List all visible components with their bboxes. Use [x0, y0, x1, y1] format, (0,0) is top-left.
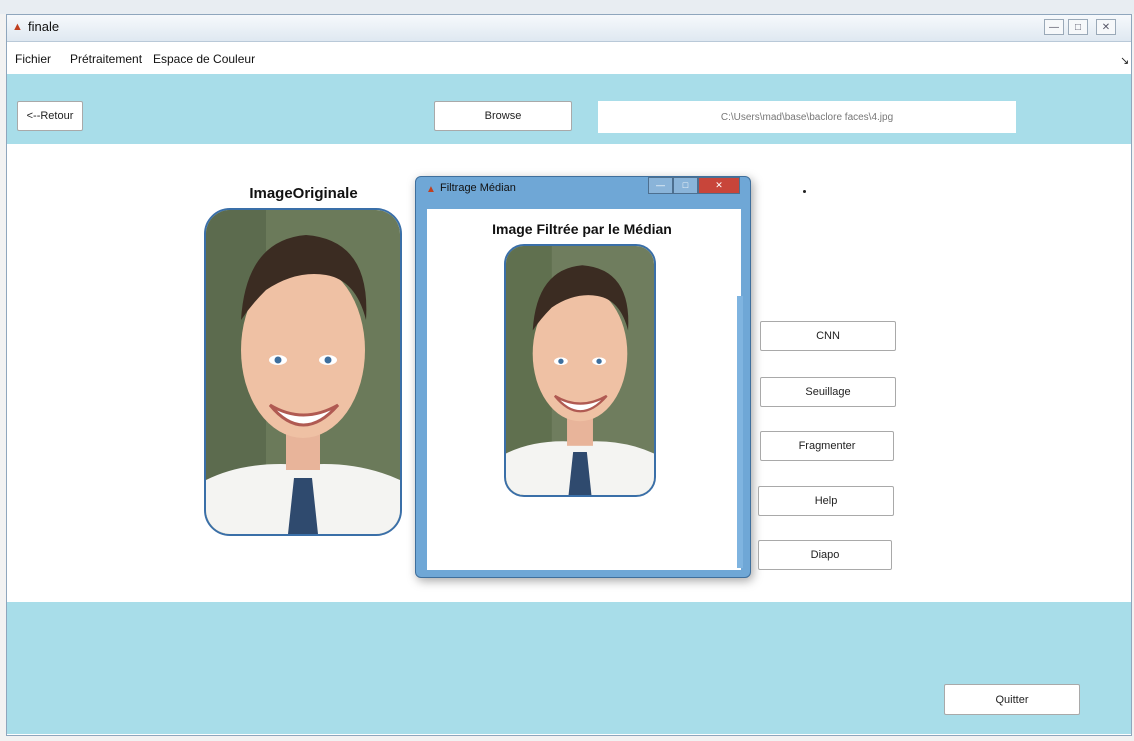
- path-field[interactable]: C:\Users\mad\base\baclore faces\4.jpg: [598, 101, 1016, 133]
- help-button[interactable]: Help: [758, 486, 894, 516]
- cnn-button[interactable]: CNN: [760, 321, 896, 351]
- original-image-label: ImageOriginale: [249, 185, 358, 202]
- maximize-icon[interactable]: □: [1068, 19, 1088, 35]
- dialog-app-icon: ▲: [426, 184, 436, 195]
- minimize-icon[interactable]: —: [1044, 19, 1064, 35]
- dialog-scrollbar[interactable]: [737, 296, 743, 568]
- dialog-title: Filtrage Médian: [440, 182, 516, 194]
- menu-espace-couleur[interactable]: Espace de Couleur: [153, 52, 255, 66]
- menu-pretraitement[interactable]: Prétraitement: [70, 52, 142, 66]
- back-button[interactable]: <--Retour: [17, 101, 83, 131]
- app-icon: ▲: [12, 21, 23, 33]
- close-icon[interactable]: ✕: [1096, 19, 1116, 35]
- menu-fichier[interactable]: Fichier: [15, 52, 51, 66]
- filtered-image-label: Image Filtrée par le Médian: [492, 221, 672, 237]
- window-title: finale: [28, 19, 60, 34]
- screen-top-strip: [0, 0, 1134, 14]
- dialog-minimize-icon[interactable]: —: [648, 177, 673, 194]
- fragmenter-button[interactable]: Fragmenter: [760, 431, 894, 461]
- filtered-photo: [506, 246, 654, 495]
- original-image: [204, 208, 402, 536]
- dialog-close-icon[interactable]: ✕: [698, 177, 740, 194]
- filtered-image: [504, 244, 656, 497]
- dialog-maximize-icon[interactable]: □: [673, 177, 698, 194]
- title-bar: [7, 15, 1131, 42]
- quit-button[interactable]: Quitter: [944, 684, 1080, 715]
- stray-dot: [803, 190, 806, 193]
- menu-corner-icon: ↘: [1120, 55, 1130, 67]
- original-photo: [206, 210, 400, 534]
- diapo-button[interactable]: Diapo: [758, 540, 892, 570]
- seuillage-button[interactable]: Seuillage: [760, 377, 896, 407]
- browse-button[interactable]: Browse: [434, 101, 572, 131]
